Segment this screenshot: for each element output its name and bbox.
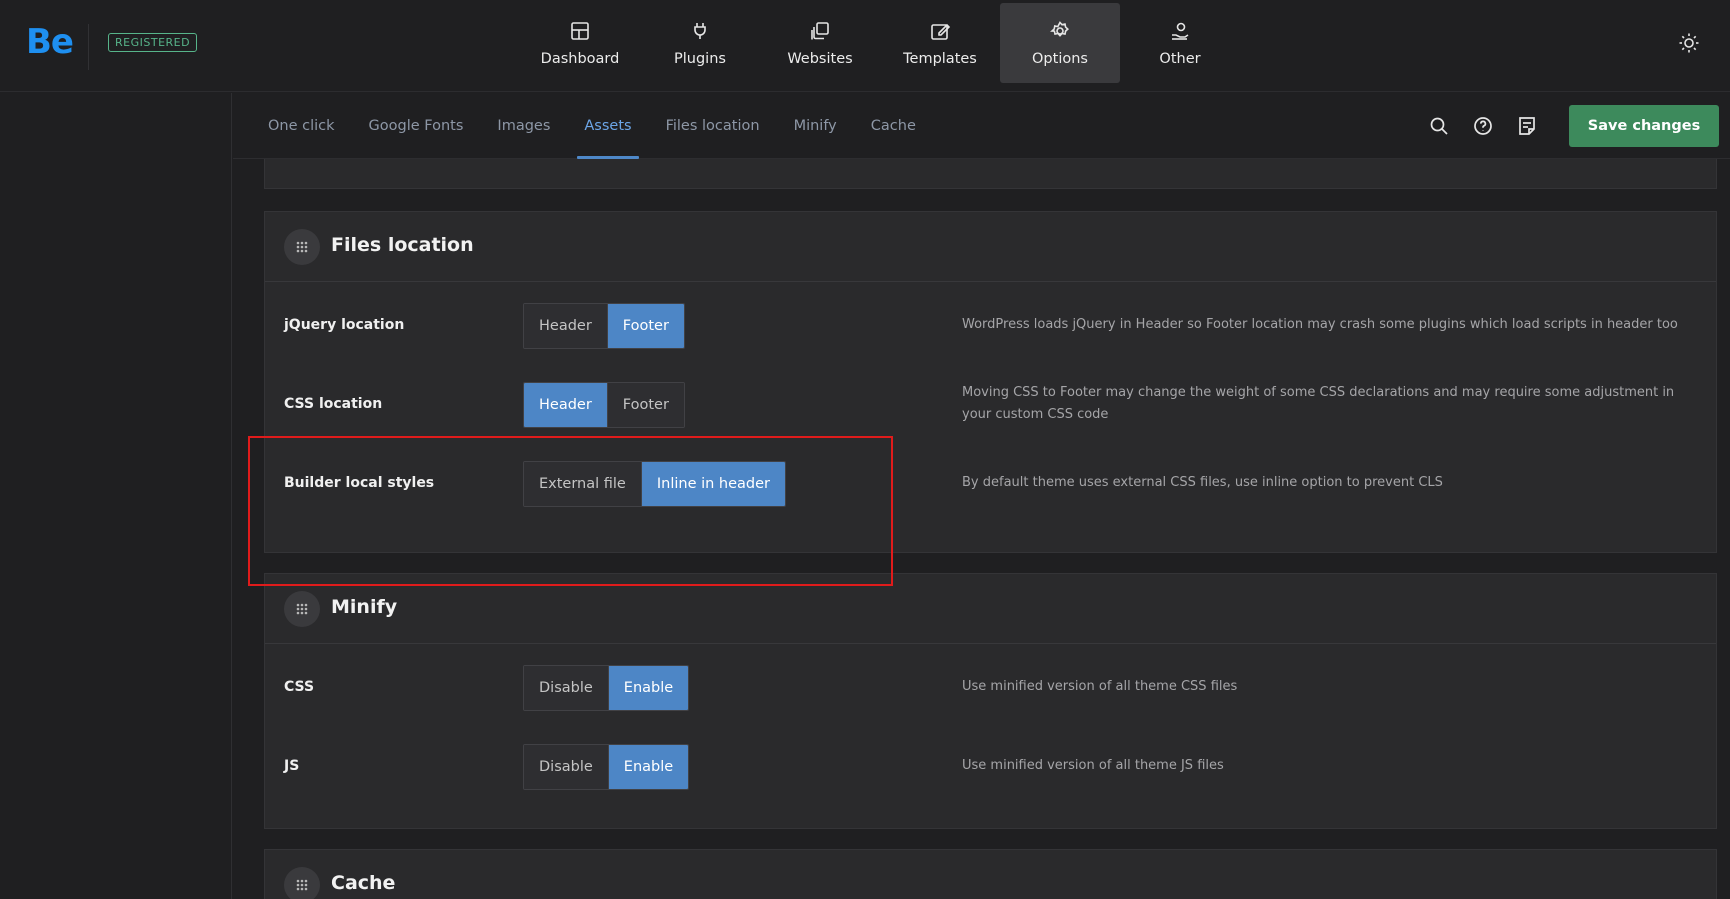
panel-title: Files location <box>331 234 474 256</box>
option-disable-button[interactable]: Disable <box>524 745 609 789</box>
sub-nav: One click Google Fonts Images Assets Fil… <box>233 93 1730 159</box>
option-footer-button[interactable]: Footer <box>607 304 684 348</box>
websites-icon <box>809 20 831 42</box>
nav-options[interactable]: Options <box>1000 3 1120 83</box>
tab-one-click[interactable]: One click <box>251 93 352 159</box>
nav-options-label: Options <box>1032 50 1088 67</box>
segmented-control: Disable Enable <box>523 665 690 711</box>
option-label: Builder local styles <box>284 475 435 491</box>
minify-panel: Minify CSS Disable Enable Use minified v… <box>264 573 1717 829</box>
option-row-css-location: CSS location Header Footer Moving CSS to… <box>265 361 1718 447</box>
save-changes-button[interactable]: Save changes <box>1569 105 1719 147</box>
segmented-control: Header Footer <box>523 303 685 349</box>
logo[interactable]: Be <box>26 22 74 62</box>
help-icon[interactable] <box>1472 115 1494 137</box>
previous-panel <box>264 159 1717 189</box>
tab-assets[interactable]: Assets <box>567 93 648 159</box>
option-header-button[interactable]: Header <box>524 304 608 348</box>
files-location-panel: Files location jQuery location Header Fo… <box>264 211 1717 553</box>
drag-handle-icon[interactable] <box>284 229 320 265</box>
nav-plugins[interactable]: Plugins <box>640 3 760 83</box>
panel-header: Minify <box>265 574 1716 644</box>
panel-title: Cache <box>331 872 396 894</box>
top-bar: Be REGISTERED Dashboard Plugins Websites <box>0 0 1730 92</box>
panel-header: Cache <box>265 850 1716 899</box>
main-nav: Dashboard Plugins Websites Templates Opt… <box>520 3 1240 83</box>
option-row-minify-css: CSS Disable Enable Use minified version … <box>265 644 1718 730</box>
nav-dashboard-label: Dashboard <box>540 50 620 67</box>
sidebar <box>0 93 232 899</box>
panel-header: Files location <box>265 212 1716 282</box>
panel-title: Minify <box>331 596 398 618</box>
option-label: JS <box>284 758 300 774</box>
logo-divider <box>88 24 89 70</box>
option-label: CSS location <box>284 396 383 412</box>
segmented-control: Disable Enable <box>523 744 690 790</box>
option-description: Use minified version of all theme JS fil… <box>962 758 1224 773</box>
tab-cache[interactable]: Cache <box>854 93 933 159</box>
option-description: WordPress loads jQuery in Header so Foot… <box>962 317 1678 332</box>
option-label: jQuery location <box>284 317 405 333</box>
option-header-button[interactable]: Header <box>524 383 608 427</box>
segmented-control: Header Footer <box>523 382 685 428</box>
option-row-builder-local-styles: Builder local styles External file Inlin… <box>265 440 1718 526</box>
options-content: Files location jQuery location Header Fo… <box>233 159 1730 899</box>
option-enable-button[interactable]: Enable <box>608 745 689 789</box>
nav-other-label: Other <box>1159 50 1201 67</box>
notes-icon[interactable] <box>1516 115 1538 137</box>
tab-google-fonts[interactable]: Google Fonts <box>352 93 481 159</box>
options-tabs: One click Google Fonts Images Assets Fil… <box>251 93 933 159</box>
registered-badge: REGISTERED <box>108 33 198 52</box>
templates-icon <box>929 20 951 42</box>
drag-handle-icon[interactable] <box>284 591 320 627</box>
cache-panel: Cache <box>264 849 1717 899</box>
nav-websites[interactable]: Websites <box>760 3 880 83</box>
plug-icon <box>689 20 711 42</box>
option-description: By default theme uses external CSS files… <box>962 475 1443 490</box>
option-inline-in-header-button[interactable]: Inline in header <box>641 462 786 506</box>
search-icon[interactable] <box>1428 115 1450 137</box>
tab-images[interactable]: Images <box>480 93 567 159</box>
option-row-jquery-location: jQuery location Header Footer WordPress … <box>265 282 1718 368</box>
drag-handle-icon[interactable] <box>284 867 320 899</box>
option-description: Use minified version of all theme CSS fi… <box>962 679 1238 694</box>
tab-files-location[interactable]: Files location <box>649 93 777 159</box>
option-disable-button[interactable]: Disable <box>524 666 609 710</box>
option-label: CSS <box>284 679 315 695</box>
other-icon <box>1169 20 1191 42</box>
nav-other[interactable]: Other <box>1120 3 1240 83</box>
nav-templates[interactable]: Templates <box>880 3 1000 83</box>
segmented-control: External file Inline in header <box>523 461 787 507</box>
dashboard-icon <box>569 20 591 42</box>
option-description: Moving CSS to Footer may change the weig… <box>962 385 1675 422</box>
tab-minify[interactable]: Minify <box>777 93 854 159</box>
option-footer-button[interactable]: Footer <box>607 383 684 427</box>
nav-dashboard[interactable]: Dashboard <box>520 3 640 83</box>
option-enable-button[interactable]: Enable <box>608 666 689 710</box>
option-external-file-button[interactable]: External file <box>524 462 642 506</box>
nav-templates-label: Templates <box>903 50 977 67</box>
nav-websites-label: Websites <box>787 50 853 67</box>
option-row-minify-js: JS Disable Enable Use minified version o… <box>265 723 1718 809</box>
gear-icon <box>1049 20 1071 42</box>
sun-icon[interactable] <box>1678 32 1700 54</box>
nav-plugins-label: Plugins <box>674 50 726 67</box>
